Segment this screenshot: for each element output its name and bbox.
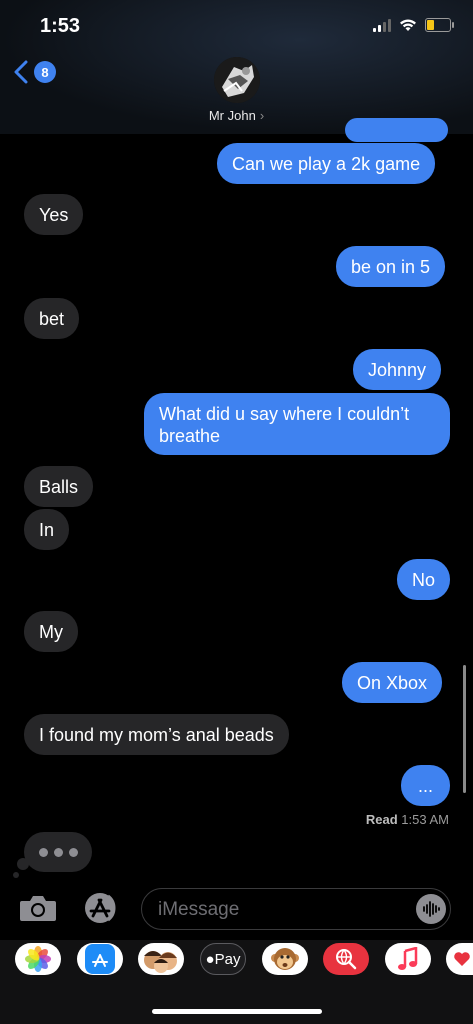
status-time: 1:53 xyxy=(40,15,81,37)
memoji-icon[interactable] xyxy=(138,943,184,975)
unread-count-badge: 8 xyxy=(34,61,56,83)
message-bubble-received[interactable]: Balls xyxy=(24,466,94,507)
read-receipt-time: 1:53 AM xyxy=(401,812,449,827)
music-note-icon xyxy=(398,947,418,970)
camera-icon[interactable] xyxy=(19,894,57,922)
conversation-header: 1:53 8 Mr John › xyxy=(0,0,473,134)
message-bubble-sent[interactable]: Can we play a 2k game xyxy=(217,143,436,184)
photos-flower-icon xyxy=(25,946,51,972)
contact-name: Mr John xyxy=(208,108,256,123)
read-receipt: Read 1:53 AM xyxy=(366,812,449,827)
status-icons xyxy=(373,18,454,32)
message-bubble-received[interactable]: bet xyxy=(24,298,80,339)
typing-dot xyxy=(38,847,48,857)
typing-dot xyxy=(68,847,78,857)
home-indicator[interactable] xyxy=(152,1009,322,1014)
apple-pay-label: Pay xyxy=(214,950,241,968)
contact-avatar[interactable] xyxy=(214,57,260,103)
back-button[interactable]: 8 xyxy=(12,60,56,84)
read-receipt-label: Read xyxy=(365,812,398,827)
message-bubble-sent[interactable]: Johnny xyxy=(353,349,442,390)
music-icon[interactable] xyxy=(385,943,431,975)
chevron-right-icon: › xyxy=(259,108,265,123)
apple-pay-icon[interactable]: ●Pay xyxy=(200,943,246,975)
message-bubble-partial xyxy=(345,118,448,142)
audio-record-button[interactable] xyxy=(416,894,446,924)
wifi-icon xyxy=(400,19,416,31)
apple-logo-icon: ● xyxy=(205,950,215,968)
app-store-button-icon[interactable] xyxy=(80,892,122,924)
web-search-icon[interactable] xyxy=(323,943,369,975)
message-input-container[interactable] xyxy=(141,888,451,931)
monkey-face-icon xyxy=(271,948,299,970)
avatar-image xyxy=(214,57,260,103)
message-bubble-sent[interactable]: What did u say where I couldn’t breathe xyxy=(144,393,450,455)
message-bubble-sent[interactable]: On Xbox xyxy=(342,662,443,703)
app-store-a-icon xyxy=(92,954,108,967)
photos-icon[interactable] xyxy=(15,943,61,975)
typing-indicator-tail xyxy=(13,872,19,878)
message-bubble-sent[interactable]: No xyxy=(397,559,451,600)
battery-icon xyxy=(425,18,454,32)
chevron-left-icon xyxy=(14,60,28,84)
typing-dot xyxy=(53,847,63,857)
cellular-signal-icon xyxy=(373,18,391,32)
message-bubble-received[interactable]: In xyxy=(24,509,70,550)
scrollbar[interactable] xyxy=(463,665,466,793)
heart-hand-icon xyxy=(454,952,470,966)
typing-indicator xyxy=(24,832,92,872)
message-bubble-received[interactable]: My xyxy=(24,611,78,652)
digital-touch-icon[interactable] xyxy=(446,943,473,975)
memoji-faces-icon xyxy=(144,951,177,973)
app-store-icon[interactable] xyxy=(77,943,123,975)
globe-search-icon xyxy=(336,949,357,970)
message-bubble-received[interactable]: I found my mom’s anal beads xyxy=(24,714,289,755)
message-bubble-received[interactable]: Yes xyxy=(24,194,84,235)
message-bubble-sent[interactable]: ... xyxy=(401,765,450,806)
message-bubble-sent[interactable]: be on in 5 xyxy=(336,246,446,287)
waveform-icon xyxy=(423,901,440,917)
message-input[interactable] xyxy=(156,889,410,931)
animoji-icon[interactable] xyxy=(262,943,308,975)
